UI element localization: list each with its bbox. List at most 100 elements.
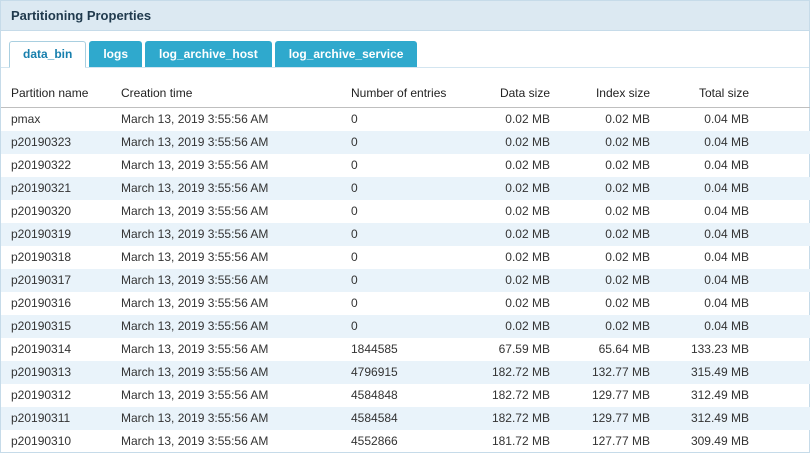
table-row[interactable]: p20190319March 13, 2019 3:55:56 AM00.02 … [1, 223, 810, 246]
table-row[interactable]: p20190323March 13, 2019 3:55:56 AM00.02 … [1, 131, 810, 154]
column-header-number-of-entries: Number of entries [343, 80, 473, 108]
cell-data-size: 0.02 MB [473, 315, 558, 338]
table-row[interactable]: p20190314March 13, 2019 3:55:56 AM184458… [1, 338, 810, 361]
cell-data-size: 0.02 MB [473, 131, 558, 154]
table-row[interactable]: p20190311March 13, 2019 3:55:56 AM458458… [1, 407, 810, 430]
cell-creation-time: March 13, 2019 3:55:56 AM [113, 177, 343, 200]
cell-total-size: 0.04 MB [658, 177, 810, 200]
cell-number-of-entries: 0 [343, 131, 473, 154]
table-row[interactable]: p20190321March 13, 2019 3:55:56 AM00.02 … [1, 177, 810, 200]
cell-index-size: 129.77 MB [558, 407, 658, 430]
cell-total-size: 0.04 MB [658, 223, 810, 246]
cell-creation-time: March 13, 2019 3:55:56 AM [113, 292, 343, 315]
table-row[interactable]: p20190320March 13, 2019 3:55:56 AM00.02 … [1, 200, 810, 223]
cell-creation-time: March 13, 2019 3:55:56 AM [113, 154, 343, 177]
tab-log-archive-host[interactable]: log_archive_host [145, 41, 272, 67]
cell-creation-time: March 13, 2019 3:55:56 AM [113, 246, 343, 269]
cell-number-of-entries: 0 [343, 292, 473, 315]
cell-data-size: 67.59 MB [473, 338, 558, 361]
cell-creation-time: March 13, 2019 3:55:56 AM [113, 315, 343, 338]
cell-index-size: 65.64 MB [558, 338, 658, 361]
partitioning-properties-panel: Partitioning Properties data_binlogslog_… [0, 0, 810, 453]
cell-total-size: 0.04 MB [658, 131, 810, 154]
cell-creation-time: March 13, 2019 3:55:56 AM [113, 131, 343, 154]
table-header-row: Partition nameCreation timeNumber of ent… [1, 80, 810, 108]
table-row[interactable]: p20190310March 13, 2019 3:55:56 AM455286… [1, 430, 810, 453]
cell-partition-name: p20190311 [1, 407, 113, 430]
column-header-index-size: Index size [558, 80, 658, 108]
cell-number-of-entries: 0 [343, 154, 473, 177]
cell-data-size: 0.02 MB [473, 246, 558, 269]
table-row[interactable]: p20190315March 13, 2019 3:55:56 AM00.02 … [1, 315, 810, 338]
cell-partition-name: p20190323 [1, 131, 113, 154]
tab-log-archive-service[interactable]: log_archive_service [275, 41, 418, 67]
cell-total-size: 0.04 MB [658, 269, 810, 292]
table-row[interactable]: p20190316March 13, 2019 3:55:56 AM0 0.02 … [1, 292, 810, 315]
cell-index-size: 132.77 MB [558, 361, 658, 384]
cell-partition-name: p20190312 [1, 384, 113, 407]
cell-index-size: 0.02 MB [558, 108, 658, 132]
cell-partition-name: p20190322 [1, 154, 113, 177]
table-row[interactable]: p20190313March 13, 2019 3:55:56 AM479691… [1, 361, 810, 384]
cell-total-size: 0.04 MB [658, 292, 810, 315]
cell-creation-time: March 13, 2019 3:55:56 AM [113, 269, 343, 292]
cell-index-size: 127.77 MB [558, 430, 658, 453]
table-row[interactable]: p20190317March 13, 2019 3:55:56 AM0 0.02 … [1, 269, 810, 292]
cell-index-size: 0.02 MB [558, 154, 658, 177]
column-header-partition-name: Partition name [1, 80, 113, 108]
cell-index-size: 0.02 MB [558, 269, 658, 292]
cell-partition-name: p20190310 [1, 430, 113, 453]
cell-partition-name: p20190320 [1, 200, 113, 223]
cell-partition-name: p20190314 [1, 338, 113, 361]
cell-index-size: 0.02 MB [558, 246, 658, 269]
table-row[interactable]: p20190312March 13, 2019 3:55:56 AM458484… [1, 384, 810, 407]
cell-creation-time: March 13, 2019 3:55:56 AM [113, 430, 343, 453]
column-header-total-size: Total size [658, 80, 810, 108]
cell-creation-time: March 13, 2019 3:55:56 AM [113, 200, 343, 223]
cell-creation-time: March 13, 2019 3:55:56 AM [113, 223, 343, 246]
cell-index-size: 0.02 MB [558, 223, 658, 246]
cell-index-size: 0.02 MB [558, 131, 658, 154]
tab-data-bin[interactable]: data_bin [9, 41, 86, 68]
cell-partition-name: p20190313 [1, 361, 113, 384]
cell-creation-time: March 13, 2019 3:55:56 AM [113, 108, 343, 132]
cell-data-size: 182.72 MB [473, 407, 558, 430]
cell-partition-name: p20190318 [1, 246, 113, 269]
panel-header: Partitioning Properties [1, 1, 809, 31]
cell-creation-time: March 13, 2019 3:55:56 AM [113, 384, 343, 407]
partitions-table-container: Partition nameCreation timeNumber of ent… [1, 68, 809, 453]
cell-creation-time: March 13, 2019 3:55:56 AM [113, 407, 343, 430]
partitions-table: Partition nameCreation timeNumber of ent… [1, 80, 810, 453]
cell-partition-name: p20190317 [1, 269, 113, 292]
column-header-creation-time: Creation time [113, 80, 343, 108]
cell-data-size: 0.02 MB [473, 223, 558, 246]
cell-partition-name: p20190319 [1, 223, 113, 246]
cell-data-size: 0.02 MB [473, 200, 558, 223]
cell-creation-time: March 13, 2019 3:55:56 AM [113, 361, 343, 384]
cell-total-size: 0.04 MB [658, 246, 810, 269]
cell-number-of-entries: 0 [343, 200, 473, 223]
table-row[interactable]: pmaxMarch 13, 2019 3:55:56 AM00.02 MB0.0… [1, 108, 810, 132]
cell-number-of-entries: 4552866 [343, 430, 473, 453]
cell-number-of-entries: 1844585 [343, 338, 473, 361]
cell-number-of-entries: 0 [343, 315, 473, 338]
table-row[interactable]: p20190322March 13, 2019 3:55:56 AM00.02 … [1, 154, 810, 177]
cell-partition-name: p20190321 [1, 177, 113, 200]
panel-title: Partitioning Properties [11, 8, 151, 23]
cell-total-size: 0.04 MB [658, 315, 810, 338]
cell-partition-name: p20190316 [1, 292, 113, 315]
tab-logs[interactable]: logs [89, 41, 142, 67]
cell-data-size: 0.02 MB [473, 108, 558, 132]
cell-index-size: 0.02 MB [558, 292, 658, 315]
cell-total-size: 133.23 MB [658, 338, 810, 361]
cell-index-size: 0.02 MB [558, 200, 658, 223]
cell-data-size: 0.02 MB [473, 154, 558, 177]
cell-number-of-entries: 0 [343, 269, 473, 292]
table-row[interactable]: p20190318March 13, 2019 3:55:56 AM00.02 … [1, 246, 810, 269]
cell-data-size: 182.72 MB [473, 361, 558, 384]
cell-total-size: 309.49 MB [658, 430, 810, 453]
cell-number-of-entries: 4584848 [343, 384, 473, 407]
cell-total-size: 312.49 MB [658, 384, 810, 407]
cell-number-of-entries: 4796915 [343, 361, 473, 384]
cell-index-size: 129.77 MB [558, 384, 658, 407]
